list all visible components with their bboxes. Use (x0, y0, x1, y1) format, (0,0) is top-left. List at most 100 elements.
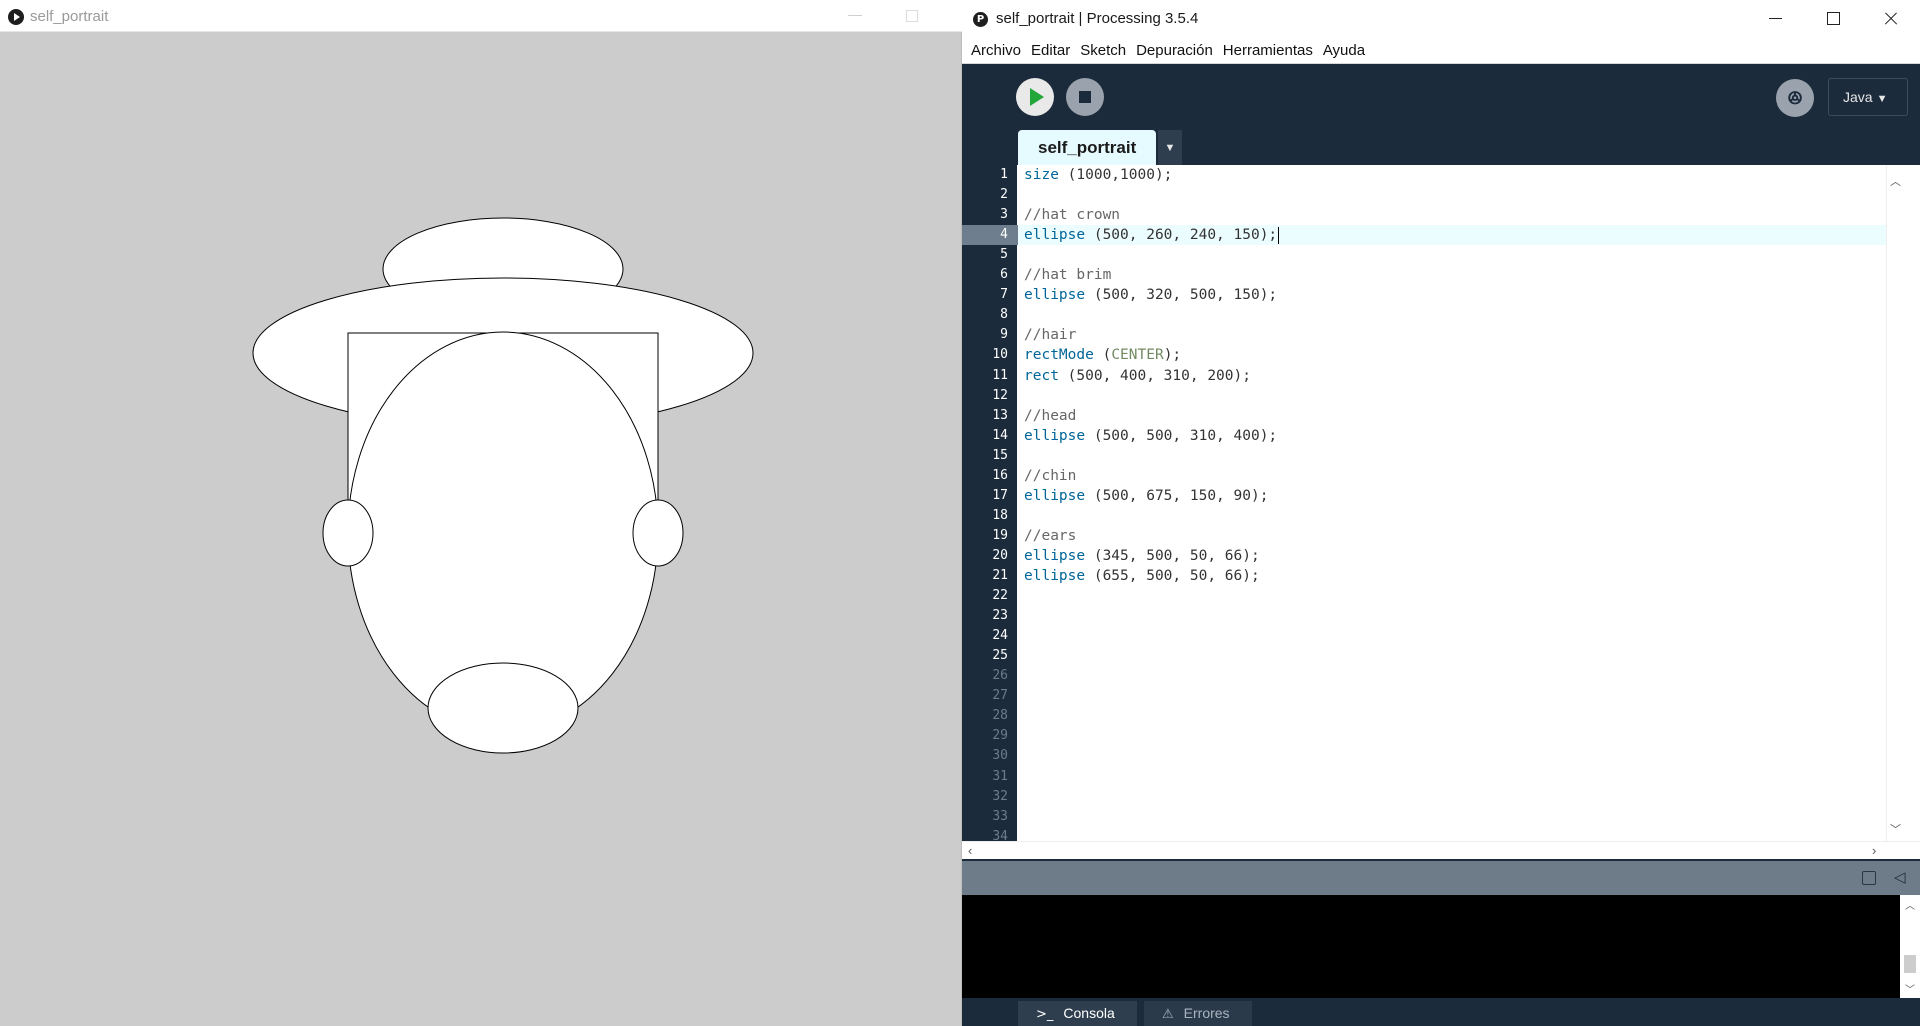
scroll-up-icon[interactable]: ︿ (1905, 897, 1915, 912)
code-line[interactable]: 6 //hat brim (1000, 265, 1902, 285)
line-number: 17 (992, 487, 1008, 503)
code-line[interactable]: 1 size (1000,1000); (1000, 165, 1902, 185)
scroll-down-icon[interactable]: ﹀ (1905, 981, 1915, 996)
code-line[interactable]: 31 (992, 767, 1902, 787)
code-line[interactable]: 8 (1000, 305, 1902, 325)
mode-label: Java (1843, 89, 1873, 105)
code-line[interactable]: 7 ellipse (500, 320, 500, 150); (1000, 285, 1902, 305)
maximize-button[interactable] (1804, 0, 1862, 38)
code-line[interactable]: 10 rectMode (CENTER); (992, 345, 1902, 365)
code-text: ellipse (345, 500, 50, 66); (1024, 547, 1260, 564)
code-line[interactable]: 28 (992, 706, 1902, 726)
menu-item[interactable]: Sketch (1075, 39, 1131, 63)
code-text: ellipse (655, 500, 50, 66); (1024, 568, 1260, 584)
tab-self-portrait[interactable]: self_portrait (1018, 130, 1157, 165)
chevron-down-icon: ▼ (1876, 93, 1888, 105)
code-line[interactable]: 21 ellipse (655, 500, 50, 66); (992, 566, 1902, 586)
line-number: 15 (992, 447, 1008, 463)
code-line[interactable]: 30 (992, 746, 1902, 766)
line-number: 12 (992, 387, 1008, 403)
code-text: size (1000,1000); (1024, 167, 1173, 183)
run-button[interactable] (1016, 78, 1054, 116)
menu-item[interactable]: Herramientas (1218, 39, 1318, 63)
code-text: rectMode (CENTER); (1024, 347, 1182, 364)
scroll-thumb[interactable] (1904, 955, 1916, 973)
line-number: 31 (992, 768, 1008, 784)
text-cursor (1278, 226, 1280, 244)
menu-item[interactable]: Editar (1026, 39, 1075, 63)
code-line[interactable]: 17 ellipse (500, 675, 150, 90); (992, 486, 1902, 506)
line-number: 25 (992, 648, 1008, 664)
tab-errors[interactable]: ⚠ Errores (1144, 1001, 1252, 1026)
code-line[interactable]: 32 (992, 787, 1902, 807)
line-number: 9 (1000, 327, 1008, 343)
code-line[interactable]: 14 ellipse (500, 500, 310, 400); (992, 426, 1902, 446)
code-line[interactable]: 3 //hat crown (1000, 205, 1902, 225)
tab-menu-button[interactable]: ▼ (1158, 130, 1182, 165)
code-line[interactable]: 27 (992, 686, 1902, 706)
line-number: 18 (992, 507, 1008, 523)
console-scrollbar[interactable]: ︿ ﹀ (1900, 895, 1920, 998)
errors-tab-label: Errores (1183, 1005, 1230, 1021)
copy-icon[interactable] (1862, 871, 1876, 885)
code-line[interactable]: 18 (992, 506, 1902, 526)
code-line[interactable]: 29 (992, 726, 1902, 746)
console-output[interactable] (962, 895, 1900, 998)
debugger-icon[interactable]: ꔮ (1776, 79, 1814, 117)
line-number: 28 (992, 708, 1008, 724)
minimize-icon[interactable] (848, 15, 862, 16)
line-number: 3 (1000, 207, 1008, 223)
code-line[interactable]: 19 //ears (992, 526, 1902, 546)
menu-item[interactable]: Archivo (966, 39, 1026, 63)
code-line[interactable]: 25 (992, 646, 1902, 666)
code-editor[interactable]: 1 size (1000,1000); 2 3//hat crown 4 ellipse … (962, 165, 1920, 844)
code-text: //head (1024, 407, 1077, 424)
ear-right (632, 499, 684, 567)
code-line[interactable]: 9 //hair (1000, 325, 1902, 345)
code-text: //hair (1024, 327, 1077, 344)
line-number: 21 (992, 568, 1008, 583)
scroll-up-icon[interactable]: ︿ (1890, 173, 1901, 189)
horizontal-scrollbar[interactable]: ‹ › (962, 841, 1920, 859)
menu-item[interactable]: Depuración (1131, 39, 1218, 63)
code-area[interactable]: 1 size (1000,1000); 2 3//hat crown 4 ellipse … (962, 165, 1902, 844)
sketch-tabs: self_portrait ▼ (962, 130, 1920, 165)
vertical-scrollbar[interactable]: ︿ ﹀ (1886, 165, 1902, 841)
processing-play-icon (8, 9, 24, 25)
menu-item[interactable]: Ayuda (1318, 39, 1370, 63)
code-line[interactable]: 4 ellipse (500, 260, 240, 150); (962, 225, 1902, 246)
scroll-down-icon[interactable]: ﹀ (1890, 821, 1901, 837)
code-line[interactable]: 23 (992, 606, 1902, 626)
code-line[interactable]: 2 (1000, 185, 1902, 205)
code-line[interactable]: 13 //head (992, 406, 1902, 426)
close-button[interactable] (1862, 0, 1920, 38)
code-line[interactable]: 16 //chin (992, 466, 1902, 486)
code-line[interactable]: 5 (1000, 245, 1902, 265)
line-number: 19 (992, 527, 1008, 543)
code-line[interactable]: 20 ellipse (345, 500, 50, 66); (992, 546, 1902, 566)
minimize-button[interactable] (1746, 0, 1804, 38)
code-line[interactable]: 22 (992, 586, 1902, 606)
code-line[interactable]: 26 (992, 666, 1902, 686)
tab-console[interactable]: >_ Consola (1018, 1001, 1137, 1026)
code-line[interactable]: 11 rect (500, 400, 310, 200); (992, 366, 1902, 386)
line-number: 27 (992, 688, 1008, 704)
line-number: 13 (992, 407, 1008, 423)
line-number: 30 (992, 748, 1008, 764)
mode-selector[interactable]: Java ▼ (1828, 78, 1908, 116)
line-number: 16 (992, 467, 1008, 483)
bottom-tabs: >_ Consola ⚠ Errores (962, 998, 1920, 1026)
code-line[interactable]: 33 (992, 807, 1902, 827)
scroll-right-icon[interactable]: › (1872, 843, 1876, 858)
line-number: 8 (1000, 307, 1008, 323)
code-line[interactable]: 15 (992, 446, 1902, 466)
chin (427, 662, 579, 754)
maximize-icon[interactable] (906, 10, 918, 22)
code-line[interactable]: 12 (992, 386, 1902, 406)
collapse-icon[interactable]: ◁ (1894, 868, 1906, 886)
stop-button[interactable] (1066, 78, 1104, 116)
scroll-left-icon[interactable]: ‹ (968, 843, 972, 858)
code-text: //hat crown (1024, 207, 1121, 224)
code-line[interactable]: 24 (992, 626, 1902, 646)
code-text: ellipse (500, 675, 150, 90); (1024, 487, 1269, 504)
